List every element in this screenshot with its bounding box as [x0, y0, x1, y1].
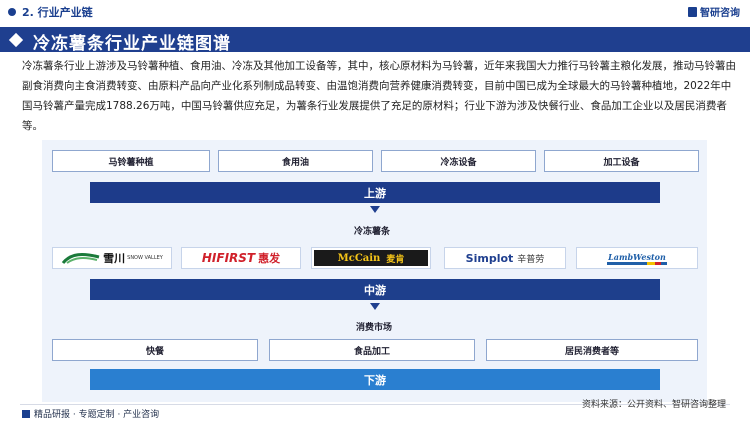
- logo-mccain-name: McCain: [337, 252, 381, 264]
- logo-mccain-badge: McCain 麦肯: [314, 250, 428, 266]
- footer-mark-icon: [22, 410, 30, 418]
- upstream-item-freezing-equipment: 冷冻设备: [381, 150, 536, 172]
- page-title: 冷冻薯条行业产业链图谱: [33, 34, 231, 54]
- midstream-band: 中游: [90, 279, 660, 300]
- logo-hifirst-sub: 惠发: [258, 252, 281, 265]
- footer-tagline: 精品研报 · 专题定制 · 产业咨询: [22, 407, 159, 420]
- section-title: 2. 行业产业链: [22, 6, 93, 19]
- logo-snow-valley-name: 雪川: [103, 252, 126, 265]
- top-bar: 2. 行业产业链 智研咨询: [0, 0, 750, 24]
- brand-logo: 智研咨询: [688, 4, 740, 19]
- logo-lamb-weston-name: LambWeston: [608, 251, 666, 262]
- upstream-item-edible-oil: 食用油: [218, 150, 373, 172]
- logo-mccain: McCain 麦肯: [311, 247, 431, 269]
- logo-simplot: Simplot 辛普劳: [444, 247, 566, 269]
- logo-snow-valley: 雪川 SNOW VALLEY: [52, 247, 172, 269]
- down-arrow-icon: [370, 303, 380, 310]
- industry-chain-diagram: 马铃薯种植 食用油 冷冻设备 加工设备 上游 冷冻薯条 中游 消费市场 快餐 食…: [42, 140, 707, 402]
- upstream-band: 上游: [90, 182, 660, 203]
- logo-lamb-weston: LambWeston: [576, 247, 698, 269]
- snow-valley-mark-icon: [61, 253, 100, 265]
- logo-simplot-name: Simplot: [465, 251, 514, 265]
- downstream-heading: 消费市场: [356, 323, 393, 333]
- brand-name: 智研咨询: [700, 8, 740, 19]
- title-diamond-icon: [8, 32, 24, 48]
- title-banner: 冷冻薯条行业产业链图谱: [0, 27, 750, 54]
- logo-hifirst: HIFIRST 惠发: [181, 247, 301, 269]
- upstream-item-processing-equipment: 加工设备: [544, 150, 699, 172]
- downstream-item-food-processing: 食品加工: [269, 339, 475, 361]
- lamb-weston-stripe-icon: [607, 261, 667, 265]
- downstream-band: 下游: [90, 369, 660, 390]
- upstream-item-potato-planting: 马铃薯种植: [52, 150, 210, 172]
- section-dot-icon: [8, 8, 16, 16]
- brand-mark-icon: [688, 7, 697, 17]
- source-note: 资料来源：公开资料、智研咨询整理: [581, 400, 726, 410]
- footer-tagline-text: 精品研报 · 专题定制 · 产业咨询: [34, 410, 160, 420]
- logo-simplot-sub: 辛普劳: [517, 254, 545, 265]
- logo-snow-valley-sub: SNOW VALLEY: [127, 255, 163, 261]
- logo-mccain-sub: 麦肯: [386, 254, 405, 265]
- downstream-item-residents: 居民消费者等: [486, 339, 698, 361]
- logo-hifirst-name: HIFIRST: [201, 251, 256, 265]
- down-arrow-icon: [370, 206, 380, 213]
- downstream-item-fast-food: 快餐: [52, 339, 258, 361]
- midstream-heading: 冷冻薯条: [354, 227, 391, 237]
- description-paragraph: 冷冻薯条行业上游涉及马铃薯种植、食用油、冷冻及其他加工设备等，其中，核心原材料为…: [22, 60, 736, 132]
